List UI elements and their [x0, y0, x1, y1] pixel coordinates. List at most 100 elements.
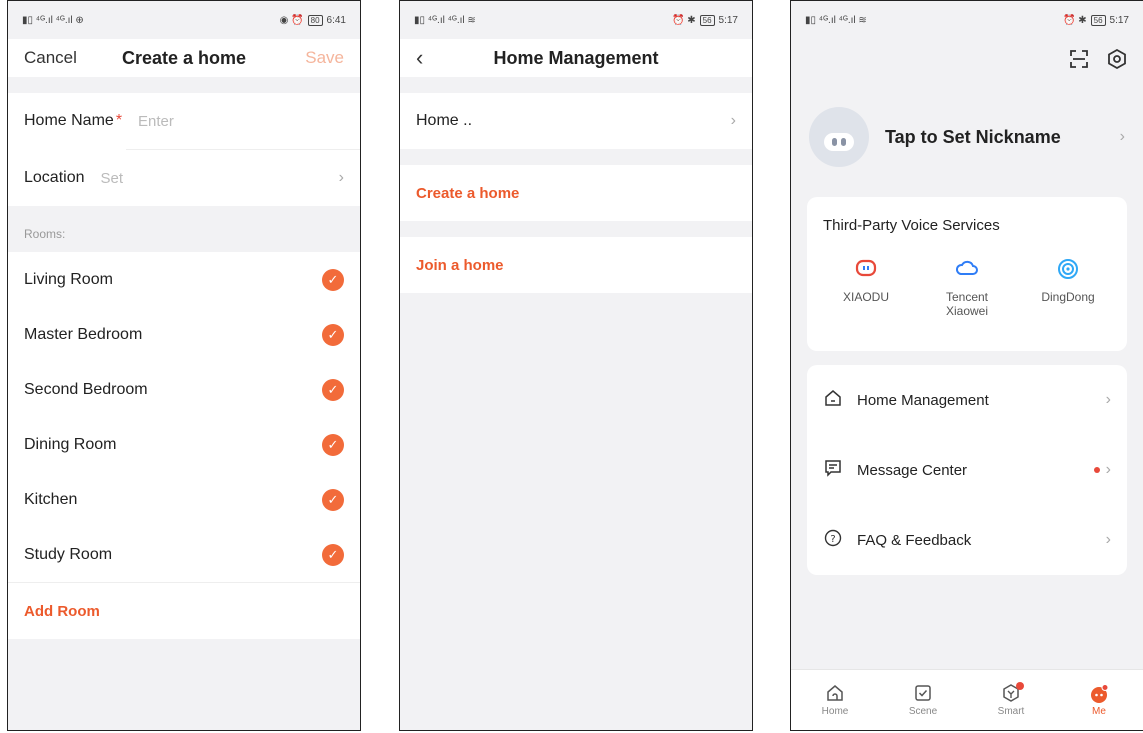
save-button[interactable]: Save — [305, 48, 344, 68]
voice-service-tencent[interactable]: Tencent Xiaowei — [924, 258, 1010, 318]
voice-service-xiaodu[interactable]: XIAODU — [823, 258, 909, 318]
home-info-form: Home Name * Enter Location Set › — [8, 93, 360, 206]
room-item[interactable]: Master Bedroom ✓ — [8, 307, 360, 362]
tab-label: Me — [1092, 705, 1106, 717]
unread-dot — [1093, 467, 1100, 473]
checkmark-icon[interactable]: ✓ — [322, 543, 344, 566]
status-icons: ⏰ ✱ — [672, 14, 696, 26]
location-value: Set — [100, 169, 124, 187]
status-icons: ◉ ⏰ — [279, 14, 304, 26]
menu-item-home-management[interactable]: Home Management › — [807, 365, 1127, 435]
nav-header: ‹ Home Management — [400, 39, 752, 77]
join-home-label: Join a home — [416, 256, 504, 274]
xiaodu-icon — [823, 258, 909, 280]
tab-scene[interactable]: Scene — [888, 684, 958, 717]
room-item[interactable]: Second Bedroom ✓ — [8, 362, 360, 417]
settings-icon[interactable] — [1107, 48, 1127, 75]
chevron-right-icon: › — [1119, 128, 1125, 145]
smart-tab-icon — [976, 681, 1046, 706]
status-signal: ▮▯ ⁴ᴳ.ıl ⁴ᴳ.ıl ⊕ — [22, 14, 84, 26]
home-management-screen: ▮▯ ⁴ᴳ.ıl ⁴ᴳ.ıl ≋ ⏰ ✱ 56 5:17 ‹ Home Mana… — [399, 0, 753, 731]
menu-item-message-center[interactable]: Message Center › — [807, 435, 1127, 505]
room-name: Dining Room — [24, 435, 117, 453]
chevron-right-icon: › — [338, 169, 344, 186]
voice-service-name: XIAODU — [842, 290, 889, 304]
status-signal: ▮▯ ⁴ᴳ.ıl ⁴ᴳ.ıl ≋ — [414, 14, 476, 26]
menu-label: FAQ & Feedback — [857, 531, 972, 549]
chevron-right-icon: › — [1105, 531, 1111, 548]
join-home-button[interactable]: Join a home — [400, 237, 752, 293]
tab-smart[interactable]: Smart — [976, 681, 1046, 717]
battery-icon: 56 — [699, 14, 715, 26]
room-item[interactable]: Kitchen ✓ — [8, 472, 360, 527]
tab-label: Home — [821, 705, 849, 717]
room-name: Study Room — [24, 545, 113, 563]
avatar — [809, 107, 869, 167]
nav-header: Cancel Create a home Save — [8, 39, 360, 77]
top-actions — [791, 39, 1143, 85]
tab-label: Smart — [997, 705, 1025, 717]
me-screen: ▮▯ ⁴ᴳ.ıl ⁴ᴳ.ıl ≋ ⏰ ✱ 56 5:17 Tap to Set … — [790, 0, 1143, 731]
tab-label: Scene — [908, 705, 938, 717]
status-signal: ▮▯ ⁴ᴳ.ıl ⁴ᴳ.ıl ≋ — [805, 14, 867, 26]
rooms-section-label: Rooms: — [24, 227, 66, 241]
bottom-tab-bar: Home Scene Smart Me — [791, 669, 1143, 730]
cancel-button[interactable]: Cancel — [24, 48, 77, 68]
location-label: Location — [24, 169, 85, 186]
page-title: Home Management — [493, 47, 659, 68]
message-icon — [823, 459, 843, 482]
status-bar: ▮▯ ⁴ᴳ.ıl ⁴ᴳ.ıl ≋ ⏰ ✱ 56 5:17 — [791, 1, 1143, 39]
status-time: 6:41 — [326, 14, 346, 26]
create-home-button[interactable]: Create a home — [400, 165, 752, 221]
home-list-item[interactable]: Home .. › — [400, 93, 752, 149]
checkmark-icon[interactable]: ✓ — [322, 378, 344, 401]
checkmark-icon[interactable]: ✓ — [322, 433, 344, 456]
voice-services-card: Third-Party Voice Services XIAODU Tencen… — [807, 197, 1127, 351]
question-icon: ? — [823, 529, 843, 552]
home-name-row[interactable]: Home Name * Enter — [8, 93, 360, 149]
battery-icon: 80 — [307, 14, 323, 26]
menu-item-faq[interactable]: ? FAQ & Feedback › — [807, 505, 1127, 575]
checkmark-icon[interactable]: ✓ — [322, 323, 344, 346]
status-icons: ⏰ ✱ — [1063, 14, 1087, 26]
home-name-input[interactable]: Enter — [138, 113, 174, 130]
room-item[interactable]: Dining Room ✓ — [8, 417, 360, 472]
voice-service-dingdong[interactable]: DingDong — [1025, 258, 1111, 318]
room-name: Living Room — [24, 270, 113, 288]
location-row[interactable]: Location Set › — [8, 150, 360, 206]
tab-me[interactable]: Me — [1064, 683, 1134, 717]
room-item[interactable]: Living Room ✓ — [8, 252, 360, 307]
dingdong-icon — [1025, 258, 1111, 280]
home-name-label: Home Name — [24, 112, 114, 129]
scan-icon[interactable] — [1069, 49, 1089, 75]
required-mark: * — [115, 112, 123, 129]
create-home-screen: ▮▯ ⁴ᴳ.ıl ⁴ᴳ.ıl ⊕ ◉ ⏰ 80 6:41 Cancel Crea… — [7, 0, 361, 731]
checkmark-icon[interactable]: ✓ — [322, 268, 344, 291]
room-name: Kitchen — [24, 490, 78, 508]
create-home-label: Create a home — [416, 184, 520, 202]
status-bar: ▮▯ ⁴ᴳ.ıl ⁴ᴳ.ıl ⊕ ◉ ⏰ 80 6:41 — [8, 1, 360, 39]
room-item[interactable]: Study Room ✓ — [8, 527, 360, 582]
add-room-button[interactable]: Add Room — [8, 582, 360, 639]
battery-icon: 56 — [1090, 14, 1106, 26]
home-tab-icon — [800, 684, 870, 706]
status-time: 5:17 — [1109, 14, 1129, 26]
voice-services-title: Third-Party Voice Services — [823, 217, 1000, 234]
nickname-label: Tap to Set Nickname — [885, 126, 1061, 147]
notification-dot — [1016, 681, 1024, 690]
menu-label: Home Management — [857, 391, 989, 409]
chevron-right-icon: › — [1105, 391, 1111, 408]
profile-row[interactable]: Tap to Set Nickname › — [791, 85, 1143, 189]
me-tab-icon — [1064, 683, 1134, 706]
checkmark-icon[interactable]: ✓ — [322, 488, 344, 511]
voice-service-name: DingDong — [1041, 290, 1095, 304]
room-name: Master Bedroom — [24, 325, 143, 343]
tab-home[interactable]: Home — [800, 684, 870, 717]
menu-card: Home Management › Message Center › ? FAQ… — [807, 365, 1127, 575]
back-arrow-icon[interactable]: ‹ — [416, 45, 423, 71]
chevron-right-icon: › — [1105, 461, 1111, 478]
menu-label: Message Center — [857, 461, 968, 479]
cloud-icon — [924, 258, 1010, 280]
rooms-list: Living Room ✓ Master Bedroom ✓ Second Bedr… — [8, 252, 360, 582]
status-bar: ▮▯ ⁴ᴳ.ıl ⁴ᴳ.ıl ≋ ⏰ ✱ 56 5:17 — [400, 1, 752, 39]
